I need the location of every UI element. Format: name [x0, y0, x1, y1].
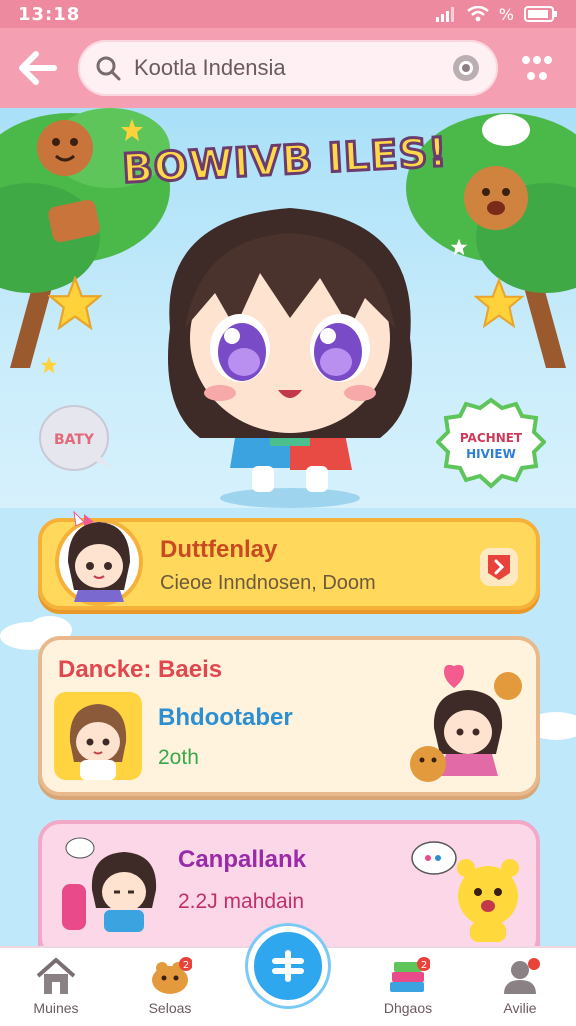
card-title: Dancke: Baeis — [58, 656, 223, 683]
nav-label: Avilie — [503, 1000, 537, 1016]
card-name: Bhdootaber — [158, 704, 293, 731]
bubble-right-line2: HIVIEW — [466, 447, 516, 461]
bubble-right-line1: PACHNET — [460, 431, 523, 445]
signal-icon — [435, 7, 454, 22]
top-bar: Kootla Indensia — [0, 28, 576, 108]
chevron-right-icon — [488, 555, 510, 580]
status-time: 13:18 — [18, 3, 81, 25]
nav-badge: 2 — [421, 960, 427, 971]
nav-label: Seloas — [148, 1000, 192, 1016]
add-icon — [272, 950, 304, 982]
bottom-navigation: Muines 2 Seloas 2 Dhgaos Avilie — [0, 926, 576, 1026]
search-icon — [96, 56, 121, 81]
wifi-icon — [467, 6, 489, 22]
open-button[interactable] — [480, 548, 518, 586]
star-icon — [40, 356, 58, 374]
nav-label: Dhgaos — [383, 1000, 433, 1016]
nav-badge: 2 — [183, 960, 189, 971]
status-bar: 13:18 % — [0, 0, 576, 28]
category-card[interactable]: Dancke: Baeis Bhdootaber 2oth — [38, 636, 540, 796]
character-illustration — [410, 664, 522, 782]
home-icon — [36, 958, 76, 994]
battery-label: % — [498, 4, 514, 24]
anime-girl-mascot — [168, 208, 412, 508]
featured-card[interactable]: Duttfenlay Cieoe Inndnosen, Doom — [38, 510, 540, 610]
hero-banner: BOWIVB ILES! BATY PACHNET HIVIEW — [0, 108, 576, 508]
card-count: 2oth — [158, 746, 199, 769]
status-icons: % — [435, 5, 558, 24]
speech-bubble: BATY — [39, 405, 112, 471]
card-subtitle: 2.2J mahdain — [178, 890, 305, 913]
add-button[interactable] — [248, 926, 328, 1006]
card-title: Canpallank — [178, 846, 307, 873]
nav-label: Muines — [33, 1000, 79, 1016]
card-thumbnail — [54, 692, 142, 780]
character-avatar — [55, 510, 143, 606]
bubble-left-text: BATY — [54, 432, 95, 448]
profile-icon — [504, 958, 540, 994]
character-thumbnail-icon — [69, 704, 127, 780]
nav-item-library[interactable]: 2 Dhgaos — [360, 956, 456, 1016]
back-arrow-icon — [19, 51, 57, 85]
voice-search-icon[interactable] — [450, 52, 482, 84]
search-input[interactable]: Kootla Indensia — [78, 40, 498, 96]
star-icon — [474, 278, 524, 328]
battery-icon — [524, 6, 557, 22]
nav-item-pets[interactable]: 2 Seloas — [122, 956, 218, 1016]
nav-item-home[interactable]: Muines — [8, 956, 104, 1016]
back-button[interactable] — [16, 50, 60, 86]
character-illustration — [411, 841, 519, 942]
books-icon: 2 — [390, 957, 430, 992]
speech-bubble: PACHNET HIVIEW — [436, 397, 546, 489]
character-illustration — [62, 837, 157, 932]
search-query: Kootla Indensia — [134, 55, 286, 80]
star-icon — [450, 238, 468, 256]
nav-item-profile[interactable]: Avilie — [472, 956, 568, 1016]
menu-dots-icon[interactable] — [520, 54, 554, 84]
card-title: Duttfenlay — [160, 536, 278, 563]
star-icon — [48, 276, 102, 330]
pet-icon: 2 — [152, 957, 192, 994]
star-icon — [121, 119, 143, 141]
card-subtitle: Cieoe Inndnosen, Doom — [160, 572, 376, 594]
